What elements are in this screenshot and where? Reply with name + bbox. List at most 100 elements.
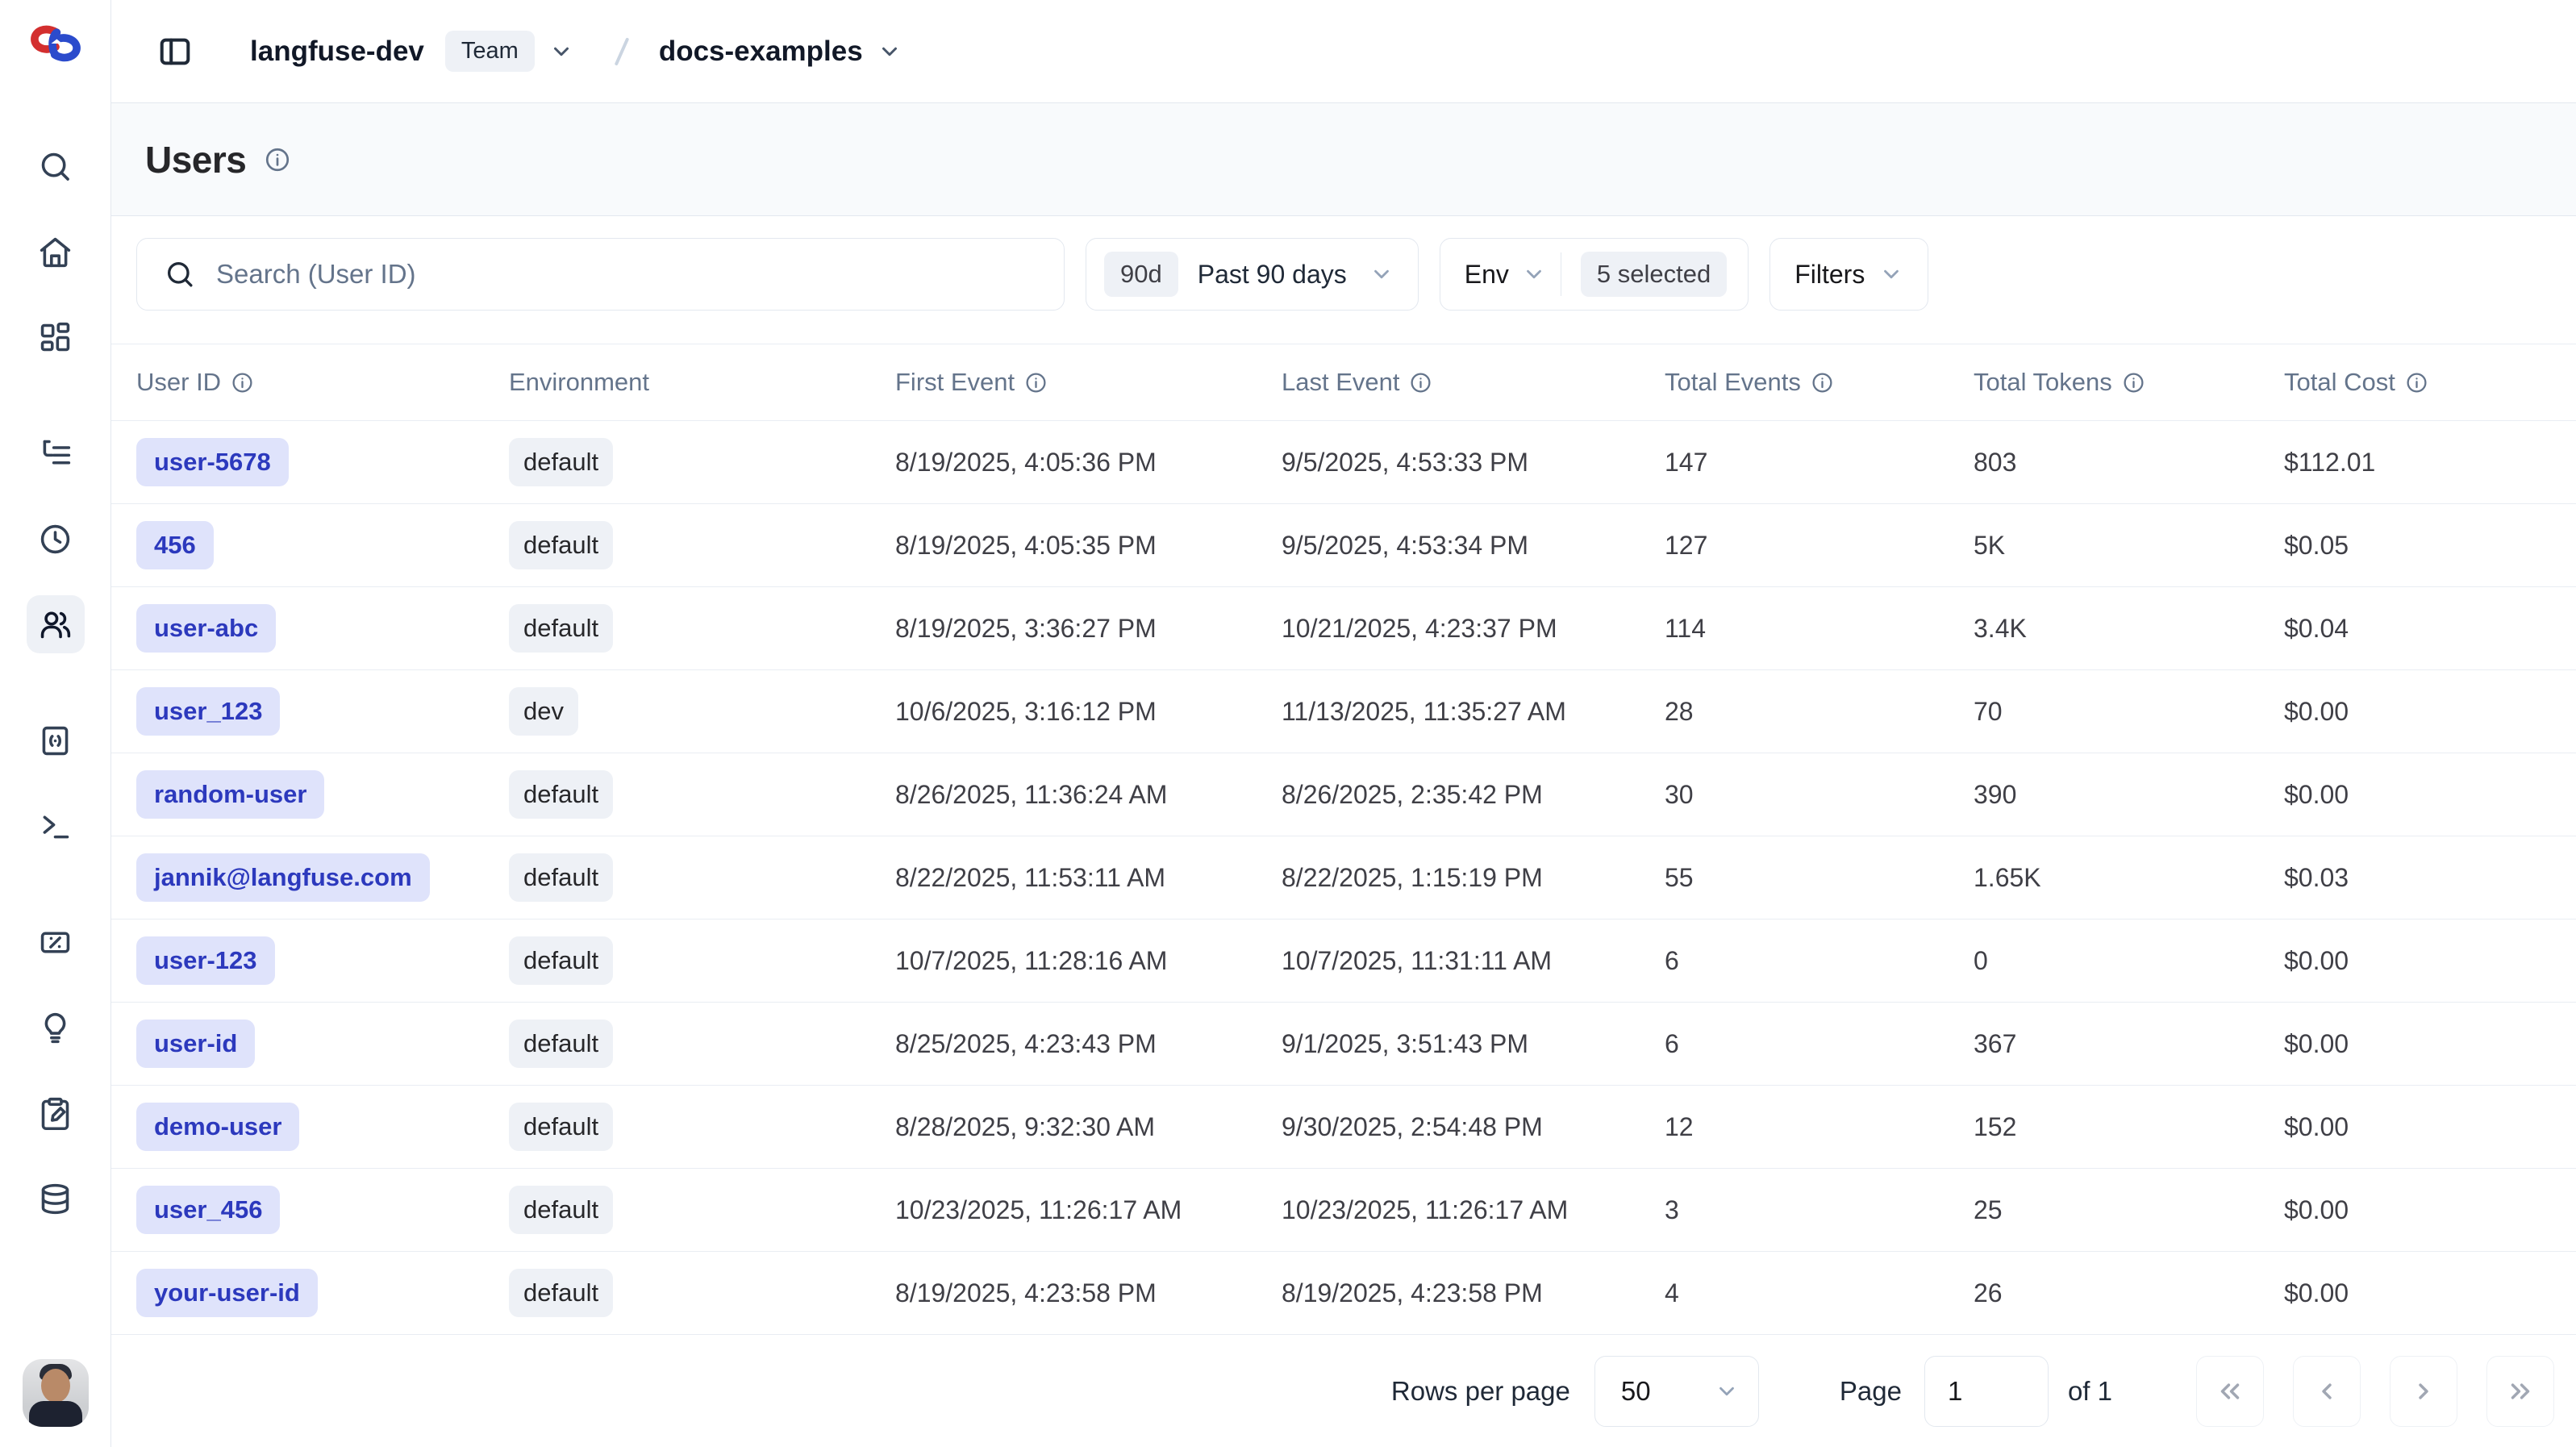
sidebar-item-prompts[interactable] [27,711,85,769]
date-range-badge: 90d [1104,252,1178,297]
app-root: langfuse-dev Team docs-examples Users [0,0,2576,1447]
sidebar-item-datasets[interactable] [27,1170,85,1228]
table-row[interactable]: user-abc default 8/19/2025, 3:36:27 PM 1… [111,587,2576,670]
column-info-icon[interactable] [2405,371,2428,394]
user-id-badge[interactable]: your-user-id [136,1269,318,1317]
env-filter-button[interactable]: Env 5 selected [1440,238,1749,311]
sidebar-nav [27,137,85,1255]
total-cost-cell: $0.00 [2284,1195,2576,1225]
project-chevron-icon[interactable] [877,40,902,64]
environment-cell: default [509,521,895,569]
column-header[interactable]: Total Events [1665,368,1974,397]
table-row[interactable]: random-user default 8/26/2025, 11:36:24 … [111,753,2576,836]
last-event-cell: 8/26/2025, 2:35:42 PM [1282,780,1665,810]
column-header[interactable]: Environment [509,368,895,397]
table-row[interactable]: 456 default 8/19/2025, 4:05:35 PM 9/5/20… [111,504,2576,587]
first-event-cell: 8/28/2025, 9:32:30 AM [895,1112,1282,1142]
user-id-badge[interactable]: user-abc [136,604,276,653]
total-events-cell: 6 [1665,946,1974,976]
user-avatar[interactable] [23,1359,89,1427]
user-id-badge[interactable]: random-user [136,770,324,819]
column-info-icon[interactable] [1024,371,1048,394]
chevron-down-icon [1522,262,1546,286]
sidebar-item-sessions[interactable] [27,510,85,568]
first-event-cell: 10/6/2025, 3:16:12 PM [895,697,1282,727]
search-icon [164,258,196,290]
next-page-button[interactable] [2390,1356,2457,1427]
environment-badge: default [509,1186,613,1234]
table-row[interactable]: user-5678 default 8/19/2025, 4:05:36 PM … [111,421,2576,504]
first-event-cell: 8/25/2025, 4:23:43 PM [895,1029,1282,1059]
total-events-cell: 147 [1665,448,1974,477]
user-id-badge[interactable]: user_123 [136,687,280,736]
rows-per-page-select[interactable]: 50 [1594,1356,1759,1427]
table-row[interactable]: user_123 dev 10/6/2025, 3:16:12 PM 11/13… [111,670,2576,753]
chevron-right-icon [2408,1376,2439,1407]
sidebar-item-insights[interactable] [27,999,85,1057]
user-id-badge[interactable]: user-123 [136,936,275,985]
sidebar-item-home[interactable] [27,223,85,281]
user-id-badge[interactable]: 456 [136,521,214,569]
table-row[interactable]: demo-user default 8/28/2025, 9:32:30 AM … [111,1086,2576,1169]
last-event-cell: 9/30/2025, 2:54:48 PM [1282,1112,1665,1142]
page-number-input[interactable] [1924,1356,2049,1427]
last-page-button[interactable] [2486,1356,2554,1427]
column-header-label: First Event [895,368,1015,397]
column-header[interactable]: Last Event [1282,368,1665,397]
total-tokens-cell: 390 [1974,780,2284,810]
prev-page-button[interactable] [2293,1356,2361,1427]
terminal-icon [37,808,73,844]
last-event-cell: 10/21/2025, 4:23:37 PM [1282,614,1665,644]
column-header[interactable]: First Event [895,368,1282,397]
project-name[interactable]: docs-examples [659,35,863,68]
column-info-icon[interactable] [231,371,254,394]
total-cost-cell: $0.00 [2284,780,2576,810]
user-id-cell: user-abc [136,604,509,653]
trace-tree-icon [37,436,73,472]
user-search-input[interactable] [136,238,1065,311]
sidebar-item-playground[interactable] [27,797,85,855]
table-row[interactable]: user-id default 8/25/2025, 4:23:43 PM 9/… [111,1003,2576,1086]
page-label: Page [1840,1376,1902,1407]
sidebar-toggle-button[interactable] [148,25,202,78]
sidebar-item-evaluation[interactable] [27,913,85,971]
column-header[interactable]: Total Cost [2284,368,2576,397]
user-id-badge[interactable]: user-id [136,1020,255,1068]
environment-cell: default [509,853,895,902]
date-range-button[interactable]: 90d Past 90 days [1086,238,1419,311]
column-info-icon[interactable] [1409,371,1432,394]
total-cost-cell: $0.00 [2284,1278,2576,1308]
filters-button[interactable]: Filters [1769,238,1928,311]
sidebar-item-annotation[interactable] [27,1084,85,1142]
page-title-info-icon[interactable] [264,146,291,173]
org-chevron-icon[interactable] [549,40,573,64]
filters-label: Filters [1794,260,1865,290]
user-id-badge[interactable]: user-5678 [136,438,289,486]
langfuse-logo[interactable] [27,19,84,68]
table-row[interactable]: user_456 default 10/23/2025, 11:26:17 AM… [111,1169,2576,1252]
environment-badge: default [509,604,613,653]
column-info-icon[interactable] [2122,371,2145,394]
environment-badge: default [509,1269,613,1317]
chevrons-left-icon [2215,1376,2245,1407]
total-cost-cell: $0.00 [2284,1112,2576,1142]
sidebar-item-tracing[interactable] [27,424,85,482]
column-header[interactable]: User ID [136,368,509,397]
user-id-badge[interactable]: jannik@langfuse.com [136,853,430,902]
column-header[interactable]: Total Tokens [1974,368,2284,397]
column-info-icon[interactable] [1811,371,1834,394]
sidebar-item-dashboards[interactable] [27,308,85,366]
total-tokens-cell: 0 [1974,946,2284,976]
table-row[interactable]: your-user-id default 8/19/2025, 4:23:58 … [111,1252,2576,1335]
table-row[interactable]: user-123 default 10/7/2025, 11:28:16 AM … [111,919,2576,1003]
org-name[interactable]: langfuse-dev [250,35,424,68]
clock-icon [37,521,73,557]
first-page-button[interactable] [2196,1356,2264,1427]
sidebar-item-users[interactable] [27,595,85,653]
column-header-label: User ID [136,368,221,397]
table-row[interactable]: jannik@langfuse.com default 8/22/2025, 1… [111,836,2576,919]
user-id-badge[interactable]: demo-user [136,1103,299,1151]
sidebar-item-search[interactable] [27,137,85,195]
user-id-badge[interactable]: user_456 [136,1186,280,1234]
first-event-cell: 8/19/2025, 4:23:58 PM [895,1278,1282,1308]
